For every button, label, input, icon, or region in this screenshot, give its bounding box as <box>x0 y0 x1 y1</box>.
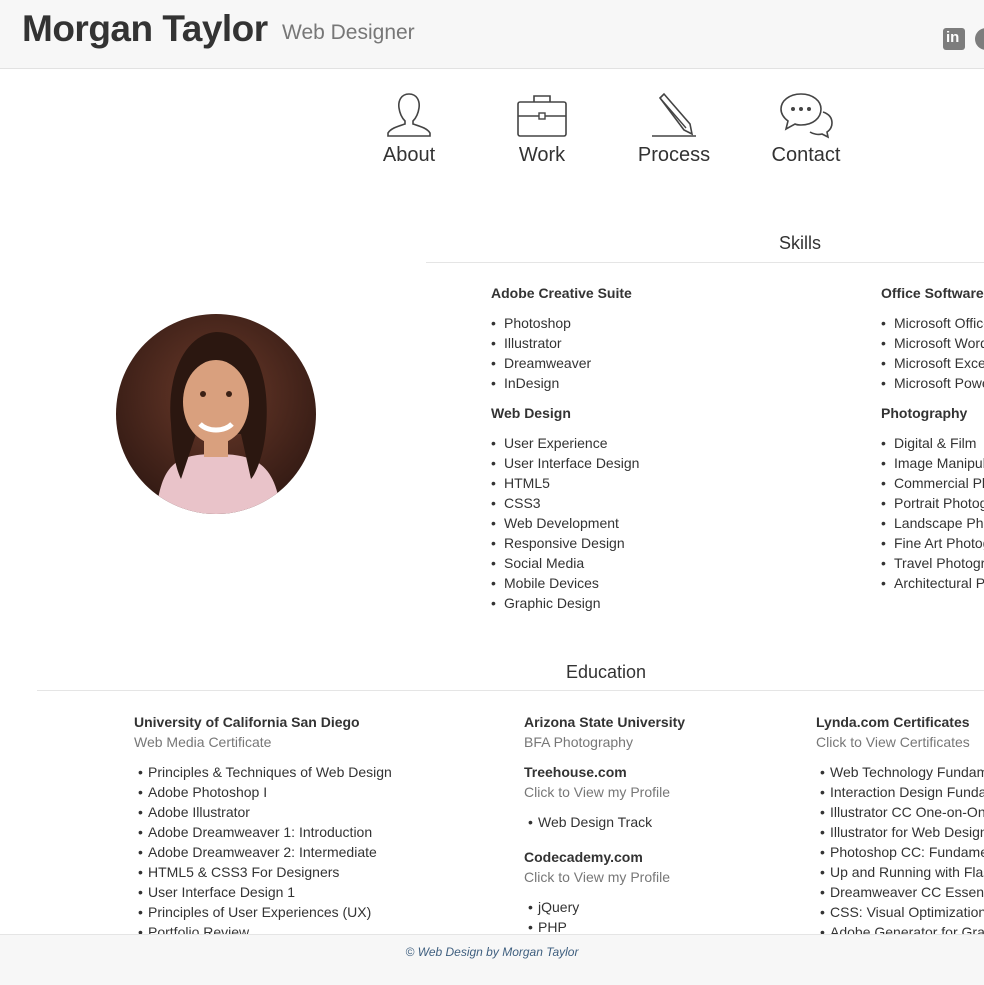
list-item: User Interface Design 1 <box>138 882 392 902</box>
linkedin-icon[interactable]: in <box>943 28 965 50</box>
codecademy-profile-link[interactable]: Click to View my Profile <box>524 869 670 885</box>
skill-group-title: Office Software <box>881 285 984 301</box>
list-item: Web Technology Fundamentals <box>820 762 984 782</box>
pencil-icon <box>652 92 696 137</box>
list-item: Illustrator CC One-on-One <box>820 802 984 822</box>
list-item: Portfolio Review <box>138 922 392 934</box>
list-item: Image Manipulation <box>881 453 984 473</box>
list-item: Commercial Photography <box>881 473 984 493</box>
list-item: CSS: Visual Optimizations <box>820 902 984 922</box>
list-item: Adobe Dreamweaver 1: Introduction <box>138 822 392 842</box>
list-item: Microsoft Excel <box>881 353 984 373</box>
education-ucsd-courses: Principles & Techniques of Web Design Ad… <box>138 762 392 934</box>
education-lynda-certificates: Web Technology Fundamentals Interaction … <box>820 762 984 934</box>
list-item: HTML5 <box>491 473 639 493</box>
list-item: Fine Art Photography <box>881 533 984 553</box>
site-title[interactable]: Morgan Taylor <box>22 8 268 50</box>
education-lynda-title[interactable]: Lynda.com Certificates <box>816 714 970 730</box>
education-divider <box>37 690 984 691</box>
list-item: Dreamweaver <box>491 353 591 373</box>
list-item: Travel Photography <box>881 553 984 573</box>
briefcase-icon <box>517 95 567 137</box>
skill-list-photography: Digital & Film Image Manipulation Commer… <box>881 433 984 593</box>
lynda-certificates-link[interactable]: Click to View Certificates <box>816 734 970 750</box>
skill-list-adobe: Photoshop Illustrator Dreamweaver InDesi… <box>491 313 591 393</box>
list-item: Adobe Illustrator <box>138 802 392 822</box>
list-item: Up and Running with Flash <box>820 862 984 882</box>
list-item: HTML5 & CSS3 For Designers <box>138 862 392 882</box>
list-item: Web Development <box>491 513 639 533</box>
footer-copyright: © Web Design by Morgan Taylor <box>405 945 579 959</box>
list-item: User Interface Design <box>491 453 639 473</box>
nav-about[interactable]: About <box>354 90 464 167</box>
education-asu-subtitle: BFA Photography <box>524 734 633 750</box>
nav-process[interactable]: Process <box>619 90 729 167</box>
nav-work[interactable]: Work <box>487 90 597 167</box>
linkedin-icon-label: in <box>946 29 960 46</box>
list-item: Principles & Techniques of Web Design <box>138 762 392 782</box>
nav-about-label: About <box>382 144 436 166</box>
education-heading: Education <box>565 662 647 682</box>
skill-group-title: Web Design <box>491 405 571 421</box>
list-item: Principles of User Experiences (UX) <box>138 902 392 922</box>
list-item: Photoshop CC: Fundamentals <box>820 842 984 862</box>
list-item: Illustrator for Web Design <box>820 822 984 842</box>
education-codecademy-title[interactable]: Codecademy.com <box>524 849 643 865</box>
person-icon <box>387 93 431 137</box>
education-asu-title: Arizona State University <box>524 714 686 730</box>
education-treehouse-tracks: Web Design Track <box>528 812 652 832</box>
site-subtitle: Web Designer <box>282 21 415 44</box>
skills-content: Adobe Creative Suite Photoshop Illustrat… <box>0 280 984 620</box>
skills-heading: Skills <box>778 233 821 253</box>
list-item: Graphic Design <box>491 593 639 613</box>
education-ucsd-title: University of California San Diego <box>134 714 360 730</box>
skill-list-office: Microsoft Office Microsoft Word Microsof… <box>881 313 984 393</box>
education-treehouse-title[interactable]: Treehouse.com <box>524 764 627 780</box>
site-header: Morgan Taylor Web Designer in <box>0 0 984 69</box>
list-item: Microsoft PowerPoint <box>881 373 984 393</box>
list-item: Responsive Design <box>491 533 639 553</box>
list-item: Microsoft Word <box>881 333 984 353</box>
chat-bubbles-icon <box>780 93 833 139</box>
list-item: Microsoft Office <box>881 313 984 333</box>
nav-process-label: Process <box>637 144 711 166</box>
list-item: Illustrator <box>491 333 591 353</box>
site-footer: © Web Design by Morgan Taylor <box>0 934 984 985</box>
list-item: Adobe Photoshop I <box>138 782 392 802</box>
list-item: Photoshop <box>491 313 591 333</box>
list-item: Mobile Devices <box>491 573 639 593</box>
list-item: User Experience <box>491 433 639 453</box>
list-item: CSS3 <box>491 493 639 513</box>
list-item: Architectural Photography <box>881 573 984 593</box>
list-item: Digital & Film <box>881 433 984 453</box>
treehouse-profile-link[interactable]: Click to View my Profile <box>524 784 670 800</box>
nav-work-label: Work <box>518 144 566 166</box>
list-item: Interaction Design Fundamentals <box>820 782 984 802</box>
list-item: InDesign <box>491 373 591 393</box>
list-item: Landscape Photography <box>881 513 984 533</box>
education-codecademy-courses: jQuery PHP <box>528 897 579 934</box>
education-ucsd-subtitle: Web Media Certificate <box>134 734 272 750</box>
skill-list-web-design: User Experience User Interface Design HT… <box>491 433 639 613</box>
nav-contact-label: Contact <box>771 144 841 166</box>
list-item: Portrait Photography <box>881 493 984 513</box>
list-item: jQuery <box>528 897 579 917</box>
list-item: Web Design Track <box>528 812 652 832</box>
list-item: Adobe Generator for Graphics <box>820 922 984 934</box>
skill-group-title: Photography <box>881 405 968 421</box>
education-content: University of California San Diego Web M… <box>0 700 984 934</box>
nav-contact[interactable]: Contact <box>751 90 861 167</box>
list-item: Social Media <box>491 553 639 573</box>
list-item: Adobe Dreamweaver 2: Intermediate <box>138 842 392 862</box>
skills-divider <box>426 262 984 263</box>
list-item: PHP <box>528 917 579 934</box>
skill-group-title: Adobe Creative Suite <box>491 285 632 301</box>
list-item: Dreamweaver CC Essential Training <box>820 882 984 902</box>
social-icon[interactable] <box>975 28 984 50</box>
